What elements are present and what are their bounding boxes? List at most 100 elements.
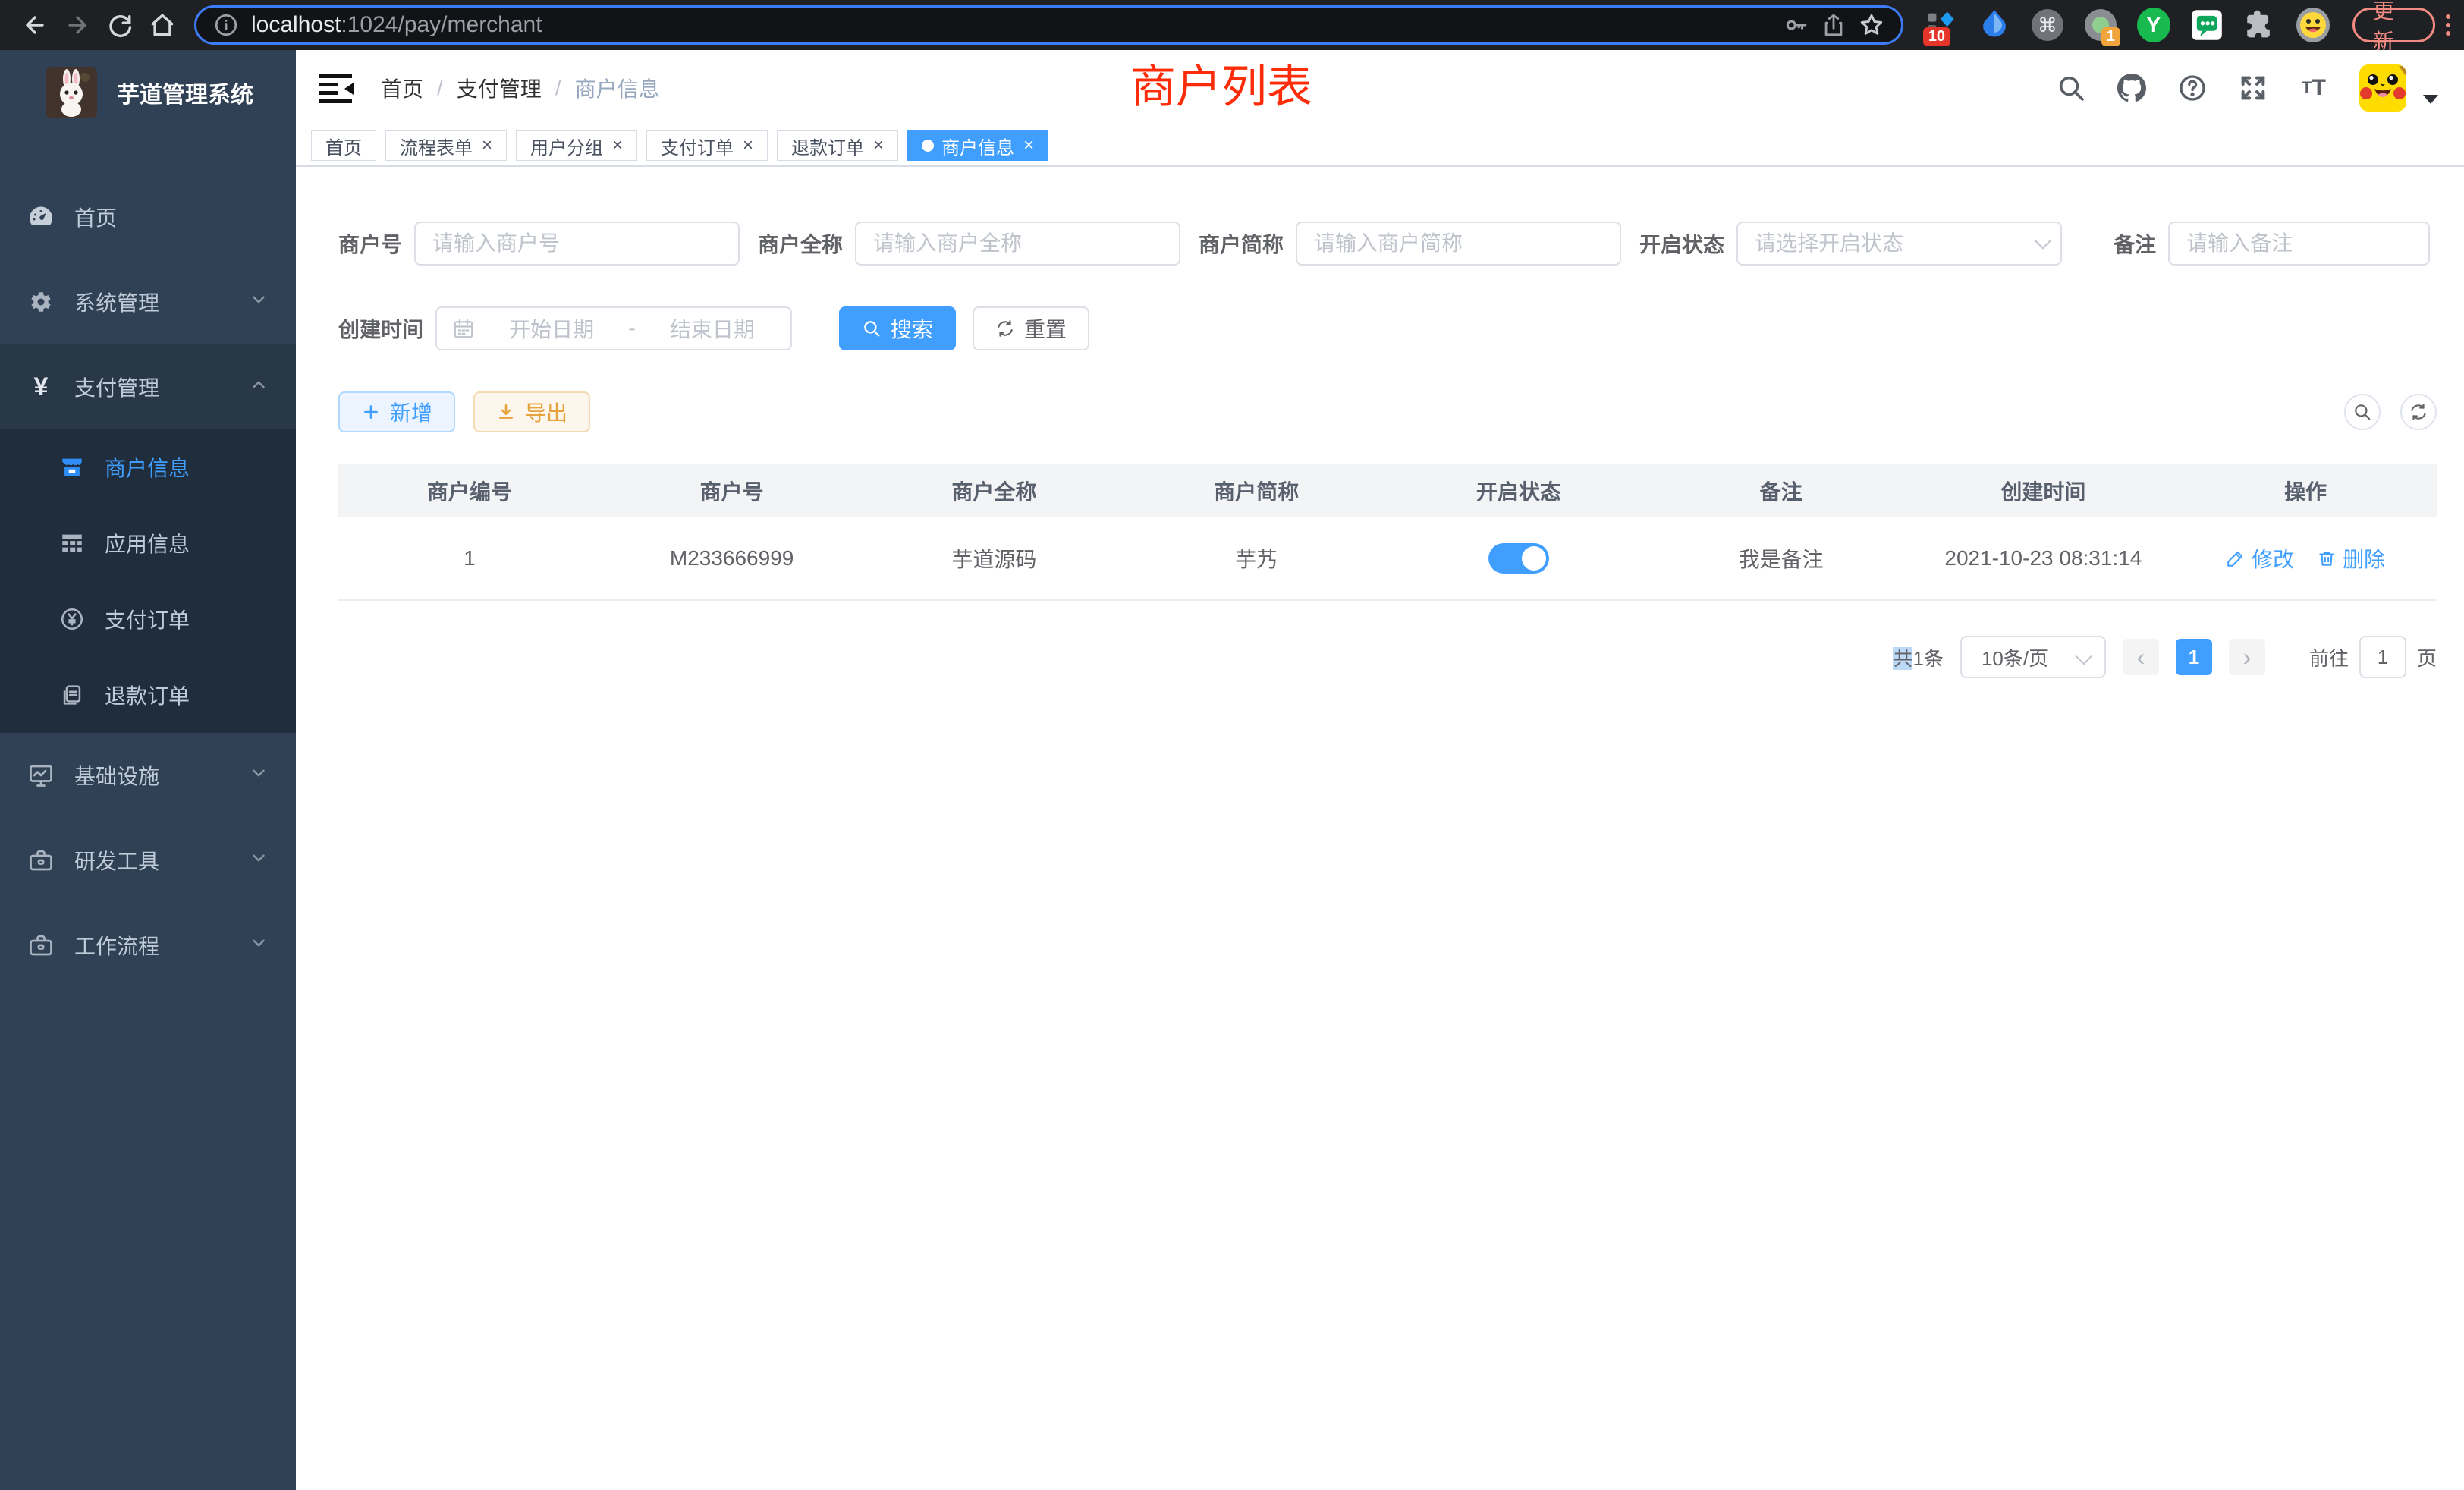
chevron-down-icon [2075, 648, 2092, 665]
column-header: 备注 [1650, 476, 1912, 506]
extension-recorder-icon[interactable]: 1 [2084, 8, 2117, 42]
navbar-tools: TT [2056, 64, 2438, 112]
tab-process-form[interactable]: 流程表单× [385, 130, 507, 161]
user-avatar[interactable] [2359, 64, 2406, 112]
cell-remark: 我是备注 [1650, 543, 1912, 574]
sidebar-item-workflow[interactable]: 工作流程 [0, 903, 296, 988]
tab-merchant-info[interactable]: 商户信息× [907, 130, 1048, 161]
page-size-select[interactable]: 10条/页 [1960, 636, 2106, 678]
extensions-puzzle-icon[interactable] [2243, 8, 2277, 42]
browser-toolbar: localhost:1024/pay/merchant 10 ⌘ 1 Y [0, 0, 2464, 50]
share-icon[interactable] [1821, 12, 1846, 38]
browser-reload-icon[interactable] [99, 4, 141, 46]
browser-home-icon[interactable] [141, 4, 184, 46]
sidebar-item-label: 支付管理 [74, 372, 159, 402]
sidebar-item-label: 商户信息 [105, 452, 190, 483]
extension-command-icon[interactable]: ⌘ [2031, 8, 2064, 42]
extension-y-icon[interactable]: Y [2137, 8, 2170, 42]
payment-submenu: 商户信息 应用信息 支付订单 [0, 429, 296, 733]
sidebar-collapse-icon[interactable] [319, 73, 355, 103]
status-select-input[interactable] [1736, 222, 2062, 266]
goto-page-input[interactable] [2359, 636, 2406, 678]
sidebar-item-home[interactable]: 首页 [0, 174, 296, 259]
extension-kit-icon[interactable]: 10 [1925, 8, 1958, 42]
table-refresh-icon[interactable] [2400, 394, 2437, 430]
site-info-icon[interactable] [213, 12, 239, 38]
sidebar-item-merchant-info[interactable]: 商户信息 [0, 429, 296, 505]
delete-link[interactable]: 删除 [2317, 543, 2385, 574]
bookmark-star-icon[interactable] [1859, 12, 1884, 38]
column-header: 开启状态 [1388, 476, 1650, 506]
browser-back-icon[interactable] [14, 4, 56, 46]
pencil-icon [2226, 549, 2246, 568]
add-button[interactable]: 新增 [338, 391, 455, 432]
merchant-short-name-input[interactable] [1296, 222, 1621, 266]
browser-update-button[interactable]: 更新 [2352, 8, 2435, 42]
merchant-full-name-input[interactable] [855, 222, 1180, 266]
extension-chat-icon[interactable] [2190, 8, 2224, 42]
next-page-button[interactable]: › [2229, 639, 2265, 675]
browser-menu-icon[interactable] [2446, 14, 2450, 36]
sidebar-item-app-info[interactable]: 应用信息 [0, 505, 296, 581]
tab-home[interactable]: 首页 [311, 130, 376, 161]
header-search-icon[interactable] [2056, 73, 2086, 103]
font-size-icon[interactable]: TT [2299, 73, 2329, 103]
sidebar-item-refund-order[interactable]: 退款订单 [0, 657, 296, 733]
refresh-icon [995, 319, 1015, 338]
yen-icon: ¥ [27, 373, 55, 401]
export-button[interactable]: 导出 [473, 391, 590, 432]
sidebar-item-system[interactable]: 系统管理 [0, 259, 296, 344]
tab-close-icon[interactable]: × [1023, 137, 1034, 155]
password-key-icon[interactable] [1783, 12, 1809, 38]
field-label: 开启状态 [1639, 228, 1724, 259]
pagination-goto: 前往 页 [2309, 636, 2437, 678]
status-select[interactable] [1736, 222, 2062, 266]
tab-close-icon[interactable]: × [482, 137, 492, 155]
reset-button[interactable]: 重置 [973, 306, 1089, 350]
prev-page-button[interactable]: ‹ [2123, 639, 2159, 675]
sidebar-item-infrastructure[interactable]: 基础设施 [0, 733, 296, 818]
column-header: 商户全称 [863, 476, 1126, 506]
profile-avatar-icon[interactable] [2296, 8, 2330, 42]
main-area: 首页 / 支付管理 / 商户信息 商户列表 [296, 50, 2464, 1490]
table-search-toggle-icon[interactable] [2344, 394, 2381, 430]
sidebar-item-pay-order[interactable]: 支付订单 [0, 581, 296, 657]
remark-input[interactable] [2168, 222, 2430, 266]
cell-full-name: 芋道源码 [863, 543, 1126, 574]
sidebar-item-label: 首页 [74, 202, 117, 232]
sidebar-item-label: 研发工具 [74, 845, 159, 875]
tab-close-icon[interactable]: × [743, 137, 753, 155]
chevron-down-icon [249, 848, 269, 873]
tab-close-icon[interactable]: × [873, 137, 884, 155]
sidebar-item-payment[interactable]: ¥ 支付管理 [0, 344, 296, 429]
status-toggle[interactable] [1488, 543, 1549, 574]
search-form-row-2: 创建时间 开始日期 - 结束日期 搜索 重置 [338, 306, 2437, 350]
extension-drop-icon[interactable] [1978, 8, 2011, 42]
tab-pay-order[interactable]: 支付订单× [646, 130, 768, 161]
form-item-merchant-short: 商户简称 [1199, 222, 1621, 266]
search-button[interactable]: 搜索 [839, 306, 956, 350]
breadcrumb-payment[interactable]: 支付管理 [457, 73, 542, 103]
merchant-no-input[interactable] [414, 222, 740, 266]
browser-forward-icon[interactable] [56, 4, 99, 46]
breadcrumb-current: 商户信息 [575, 73, 660, 103]
github-icon[interactable] [2117, 73, 2147, 103]
tab-close-icon[interactable]: × [612, 137, 623, 155]
avatar-dropdown-caret-icon[interactable] [2423, 95, 2438, 104]
screen: localhost:1024/pay/merchant 10 ⌘ 1 Y [0, 0, 2464, 1490]
breadcrumb: 首页 / 支付管理 / 商户信息 [381, 73, 660, 103]
form-item-merchant-full: 商户全称 [758, 222, 1180, 266]
browser-extensions: 10 ⌘ 1 Y [1925, 8, 2330, 42]
tab-user-group[interactable]: 用户分组× [516, 130, 637, 161]
fullscreen-icon[interactable] [2238, 73, 2268, 103]
edit-link[interactable]: 修改 [2226, 543, 2294, 574]
address-bar[interactable]: localhost:1024/pay/merchant [194, 5, 1903, 45]
date-range-picker[interactable]: 开始日期 - 结束日期 [435, 306, 792, 350]
breadcrumb-home[interactable]: 首页 [381, 73, 423, 103]
help-icon[interactable] [2177, 73, 2208, 103]
sidebar-item-dev-tools[interactable]: 研发工具 [0, 818, 296, 903]
sidebar-logo[interactable]: 芋道管理系统 [0, 50, 296, 135]
tab-refund-order[interactable]: 退款订单× [777, 130, 898, 161]
table-row: 1 M233666999 芋道源码 芋艿 我是备注 2021-10-23 08:… [338, 517, 2437, 601]
page-number-button[interactable]: 1 [2176, 639, 2212, 675]
